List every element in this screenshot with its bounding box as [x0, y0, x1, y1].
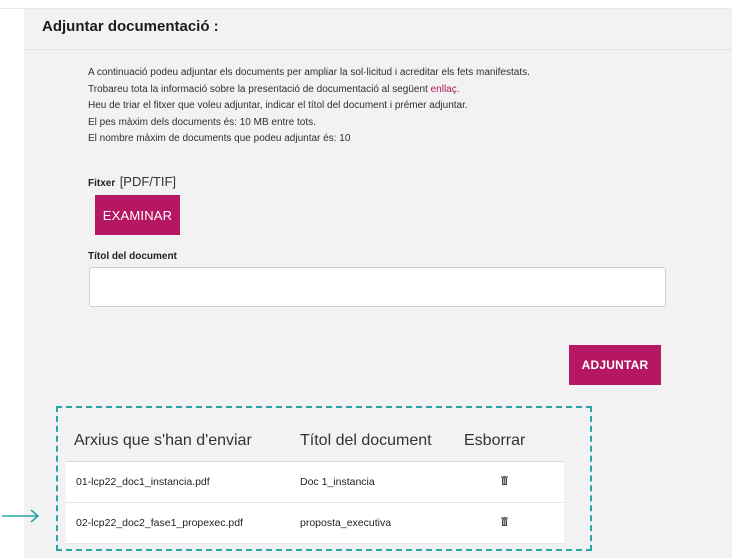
- file-title: proposta_executiva: [300, 517, 392, 529]
- table-row: 01-lcp22_doc1_instancia.pdf Doc 1_instan…: [66, 462, 564, 503]
- header-delete: Esborrar: [464, 432, 526, 449]
- instruction-line: Trobareu tota la informació sobre la pre…: [88, 83, 460, 95]
- arrow-right-icon: [2, 509, 40, 523]
- section-header: Adjuntar documentació :: [24, 9, 732, 50]
- instruction-line: El nombre màxim de documents que podeu a…: [88, 133, 351, 144]
- info-link[interactable]: enllaç.: [431, 84, 460, 95]
- header-files: Arxius que s'han d'enviar: [74, 432, 252, 449]
- doc-title-label: Títol del document: [88, 251, 177, 262]
- trash-icon[interactable]: [501, 517, 508, 526]
- table-row: 02-lcp22_doc2_fase1_propexec.pdf propost…: [66, 503, 564, 544]
- attach-button[interactable]: ADJUNTAR: [569, 345, 661, 385]
- highlight-box: Arxius que s'han d'enviar Títol del docu…: [56, 406, 592, 551]
- table-header: Arxius que s'han d'enviar Títol del docu…: [66, 421, 564, 462]
- file-name: 02-lcp22_doc2_fase1_propexec.pdf: [76, 517, 243, 529]
- trash-icon[interactable]: [501, 476, 508, 485]
- section-title: Adjuntar documentació :: [42, 18, 219, 35]
- file-name: 01-lcp22_doc1_instancia.pdf: [76, 476, 210, 488]
- file-label: Fitxer: [88, 178, 116, 189]
- header-title: Títol del document: [300, 432, 432, 449]
- instruction-line: A continuació podeu adjuntar els documen…: [88, 67, 530, 78]
- doc-title-input[interactable]: [89, 267, 666, 307]
- browse-button[interactable]: EXAMINAR: [95, 195, 180, 235]
- instructions: A continuació podeu adjuntar els documen…: [88, 65, 530, 148]
- file-types: [PDF/TIF]: [119, 174, 177, 189]
- instruction-line: El pes màxim dels documents és: 10 MB en…: [88, 116, 316, 128]
- instruction-line: Heu de triar el fitxer que voleu adjunta…: [88, 100, 468, 111]
- file-row: Fitxer [PDF/TIF]: [88, 173, 176, 191]
- file-title: Doc 1_instancia: [300, 476, 375, 488]
